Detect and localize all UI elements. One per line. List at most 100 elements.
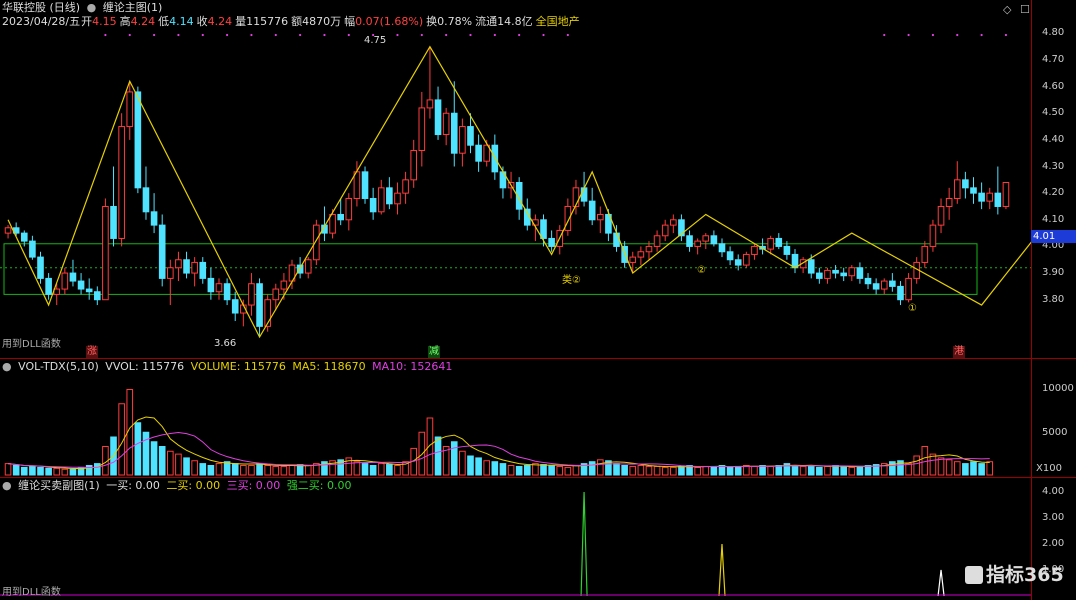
price-tick: 3.80 [1042,293,1065,305]
candle-body [588,200,596,221]
price-tick: 3.90 [1042,267,1065,279]
volume-bar [832,465,839,476]
watermark-icon [965,566,983,584]
volume-bar [613,463,620,476]
signal-dot [396,33,399,37]
volume-bar [491,461,499,476]
candle-body [207,277,215,293]
signal-dot [956,33,959,37]
sub-indicator-name[interactable]: 缠论买卖副图(1) [18,479,100,492]
buy1-label: ① [908,303,917,314]
volume-bar [61,468,69,476]
sub-indicator-icon[interactable]: ● [2,479,12,492]
main-indicator-name[interactable]: 缠论主图(1) [103,1,163,14]
volume-bar [523,465,531,476]
candle-body [85,288,93,293]
signal-dot [104,33,107,37]
candle-body [442,112,450,136]
candle-body [426,99,434,109]
signal-dot [420,33,423,37]
indicator-dropdown-icon[interactable]: ● [87,1,97,14]
signal-dot [201,33,204,37]
signal-dot [1004,33,1008,37]
window-close-icon[interactable]: ☐ [1020,3,1030,16]
signal-dot [518,33,521,37]
volume-tick-10000: 10000 [1042,383,1074,394]
quote-low: 4.14 [169,15,194,28]
window-restore-icon[interactable]: ◇ [1003,3,1011,16]
candle-body [726,251,734,261]
candlestick-chart[interactable] [0,0,1031,358]
quote-volume: 115776 [246,15,289,28]
volume-bar [548,465,555,476]
signal-subchart[interactable] [0,478,1031,600]
candle-body [872,283,880,290]
signal-dot [469,33,472,37]
volume-bar [304,465,312,476]
candle-body [962,179,969,189]
candle-body [459,126,466,154]
sub-header: ● 缠论买卖副图(1) 一买: 0.00 二买: 0.00 三买: 0.00 强… [2,479,355,493]
price-tick: 4.70 [1042,53,1065,65]
candle-body [353,171,361,199]
volume-bar [694,466,701,476]
signal-dot [907,33,910,37]
quote-change: 0.07(1.68%) [355,15,424,28]
low-price-label: 3.66 [214,338,237,349]
volume-bar [913,455,921,476]
event-marker-3[interactable]: 港 [953,346,965,358]
quote-sector[interactable]: 全国地产 [536,15,580,28]
volume-bar [288,465,296,476]
candle-body [856,267,864,279]
volume-bar [637,465,645,476]
volume-bar [215,463,223,476]
signal-dot [323,33,326,37]
candle-body [937,205,945,226]
sub-tick: 2.00 [1042,538,1065,549]
volume-bar [929,453,937,476]
candle-body [175,259,182,269]
volume-bar [418,431,426,476]
buy-signal-spike [580,491,588,597]
candle-body [783,245,791,255]
volume-bar [864,465,872,476]
candle-body [953,179,961,199]
candle-body [670,219,677,226]
candle-body [743,253,750,266]
volume-bar [556,465,564,476]
candle-body [256,283,263,327]
volume-indicator-icon[interactable]: ● [2,360,12,373]
candle-body [167,267,174,279]
signal-dot [177,33,180,37]
volume-bar [240,465,247,476]
candle-body [475,144,482,162]
volume-bar [248,465,255,476]
candle-body [4,227,12,234]
volume-bar [702,465,710,476]
volume-indicator-name[interactable]: VOL-TDX(5,10) [18,360,99,373]
candle-body [29,240,36,258]
candle-body [361,171,369,199]
candle-body [580,187,588,202]
candle-body [191,261,198,274]
quote-float: 14.8亿 [497,15,533,28]
quote-open: 4.15 [92,15,117,28]
axis-separator [1031,0,1032,600]
signal-dot [128,33,131,37]
event-marker-1[interactable]: 涨 [86,346,98,358]
volume-chart[interactable] [0,359,1031,477]
event-marker-2[interactable]: 减 [428,346,440,358]
candle-body [377,187,385,213]
candle-body [450,112,458,154]
candle-body [215,283,223,293]
candle-body [77,280,85,290]
volume-bar [183,457,190,476]
price-tick: 4.30 [1042,160,1065,172]
candle-body [272,288,280,301]
volume-bar [53,467,61,476]
volume-bar [572,465,580,476]
candle-body [402,179,409,194]
stock-name[interactable]: 华联控股 (日线) [2,1,80,14]
candle-body [897,285,904,301]
volume-bar [986,461,994,476]
